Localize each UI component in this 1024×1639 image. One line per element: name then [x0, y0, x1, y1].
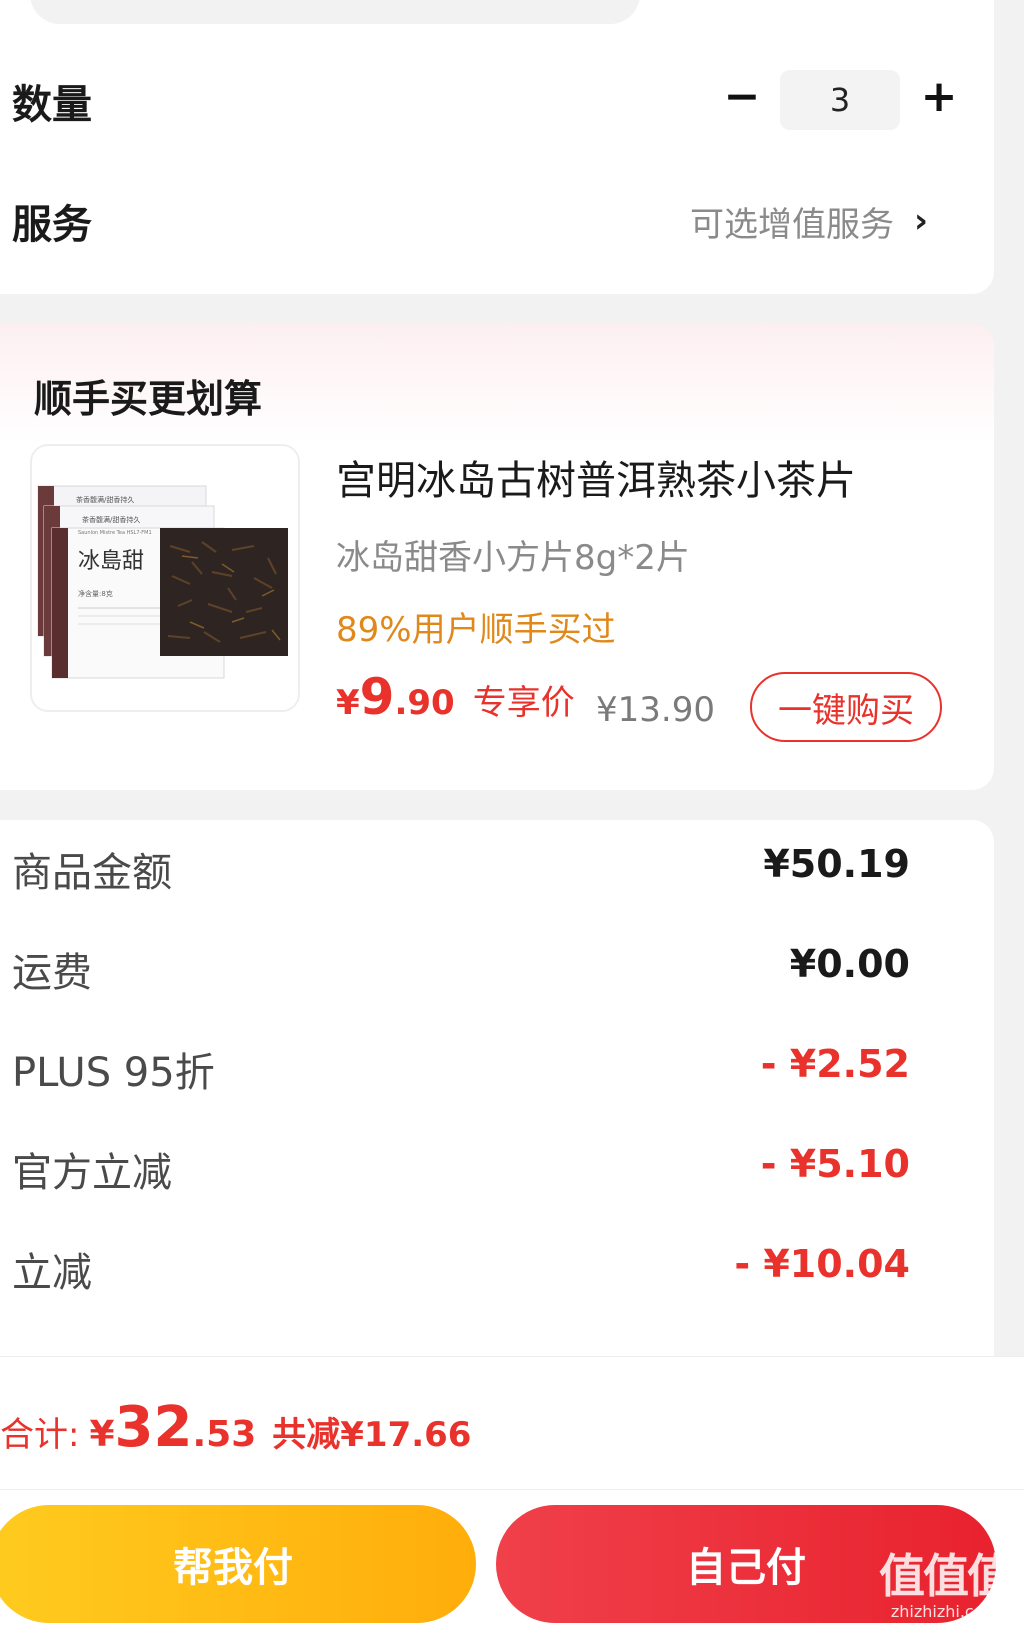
chevron-right-icon: ›: [914, 201, 929, 241]
box-text-3: Saunlon Mistre Tea HSL7-FM1: [78, 530, 152, 536]
amount-value-shipping: ¥0.00: [789, 942, 910, 986]
box-text-2: 茶香馥满/甜香持久: [82, 515, 140, 524]
quantity-value[interactable]: 3: [780, 70, 900, 130]
tea-product-illustration: 茶香馥满/甜香持久 茶香馥满/甜香持久 Saunlon Mistre Tea H…: [37, 485, 288, 679]
amount-label-shipping: 运费: [12, 950, 92, 996]
bundle-exclusive-price: ¥ 9 .90 专享价: [336, 668, 575, 726]
quantity-decrease-button[interactable]: −: [718, 71, 766, 122]
checkout-page: 数量 − 3 + 服务 可选增值服务 › 顺手买更划算 茶香馥满/甜香持久 茶香…: [0, 0, 1024, 1639]
amount-label-plus-discount: PLUS 95折: [12, 1050, 215, 1096]
total-currency: ¥: [89, 1414, 115, 1455]
amount-value-official-discount: - ¥5.10: [760, 1142, 910, 1186]
quantity-increase-button[interactable]: +: [915, 71, 963, 122]
amount-label-instant-discount: 立减: [12, 1250, 92, 1296]
bundle-title: 顺手买更划算: [34, 377, 263, 421]
value-added-service-link[interactable]: 可选增值服务 ›: [690, 198, 929, 245]
total-decimal: .53: [192, 1414, 257, 1455]
box-weight: 净含量:8克: [78, 589, 113, 598]
total-integer: 32: [114, 1395, 193, 1460]
bundle-original-price: ¥13.90: [596, 690, 715, 730]
total-label: 合计:: [0, 1415, 80, 1455]
one-click-buy-button[interactable]: 一键购买: [750, 672, 942, 742]
watermark-logo: 值值值: [879, 1549, 1013, 1603]
quantity-label: 数量: [12, 82, 92, 128]
bundle-product-name[interactable]: 宫明冰岛古树普洱熟茶小茶片: [336, 448, 856, 506]
amount-value-goods: ¥50.19: [763, 842, 910, 886]
help-me-pay-button[interactable]: 帮我付: [0, 1505, 476, 1623]
site-watermark: 值值值 zhizhizhi.com: [870, 1550, 1020, 1622]
amount-value-plus-discount: - ¥2.52: [760, 1042, 910, 1086]
price-decimal: .90: [394, 683, 455, 723]
amount-label-goods: 商品金额: [12, 850, 172, 896]
bundle-offer-card: 顺手买更划算 茶香馥满/甜香持久 茶香馥满/甜香持久 Saunlon Mistr…: [0, 324, 994, 790]
box-name: 冰島甜: [78, 549, 144, 574]
product-image[interactable]: 茶香馥满/甜香持久 茶香馥满/甜香持久 Saunlon Mistre Tea H…: [30, 444, 300, 712]
amount-label-official-discount: 官方立减: [12, 1150, 172, 1196]
divider: [0, 1489, 1024, 1490]
top-input-remnant: [30, 0, 640, 24]
box-text-1: 茶香馥满/甜香持久: [76, 495, 134, 504]
price-tag: 专享价: [472, 683, 575, 723]
service-link-text: 可选增值服务: [690, 204, 894, 245]
watermark-url: zhizhizhi.com: [890, 1602, 1000, 1621]
service-label: 服务: [12, 202, 92, 248]
price-integer: 9: [359, 668, 395, 726]
bundle-purchase-tip: 89%用户顺手买过: [336, 610, 616, 650]
price-currency: ¥: [336, 683, 360, 723]
order-options-card: 数量 − 3 + 服务 可选增值服务 ›: [0, 0, 994, 294]
total-saved: 共减¥17.66: [272, 1415, 472, 1455]
bundle-product-spec: 冰岛甜香小方片8g*2片: [336, 538, 690, 578]
amount-value-instant-discount: - ¥10.04: [734, 1242, 910, 1286]
order-total: 合计: ¥ 32 .53 共减¥17.66: [0, 1395, 471, 1460]
amount-breakdown-card: 商品金额 ¥50.19 运费 ¥0.00 PLUS 95折 - ¥2.52 官方…: [0, 820, 994, 1360]
